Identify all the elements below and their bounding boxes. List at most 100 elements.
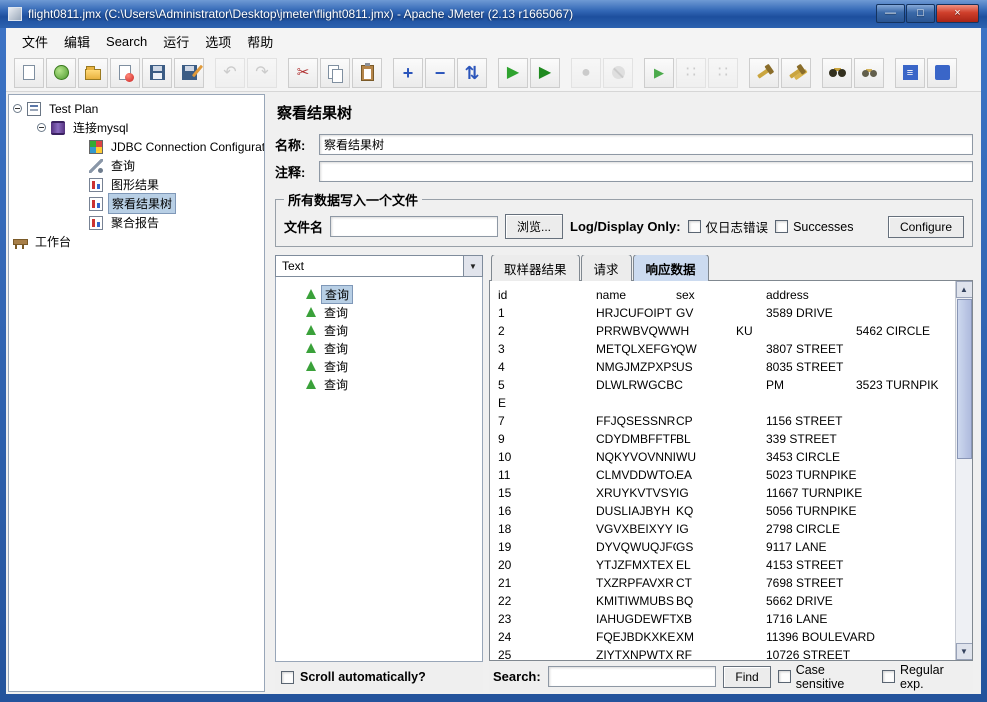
toolbar-expand-all-button[interactable]: +: [393, 57, 423, 88]
jdbc-icon: [89, 139, 103, 154]
scroll-automatically-label: Scroll automatically?: [300, 670, 426, 684]
comments-input[interactable]: [319, 161, 973, 182]
toolbar-redo-button: ↷: [247, 57, 277, 88]
response-row: 22 KMITIWMUBS BQ 5662 DRIVE: [498, 592, 955, 610]
result-item-query[interactable]: 查询: [276, 321, 482, 339]
browse-button[interactable]: 浏览...: [505, 214, 564, 239]
toolbar-remote-start-all-button[interactable]: ▶: [644, 57, 674, 88]
success-triangle-icon: [306, 307, 316, 317]
toolbar-open-button[interactable]: [78, 57, 108, 88]
response-row: 11 CLMVDDWTOJ EA 5023 TURNPIKE: [498, 466, 955, 484]
menu-item-编辑[interactable]: 编辑: [56, 28, 98, 55]
tree-node-graph-results[interactable]: 图形结果: [9, 175, 264, 194]
response-cell: 4: [498, 360, 505, 374]
tree-node-test-plan[interactable]: Test Plan: [9, 99, 264, 118]
result-item-query[interactable]: 查询: [276, 375, 482, 393]
response-text: id name sex address 1 HRJCUFOIPT GV 3589 DRIVE 2…: [490, 281, 955, 660]
toolbar-save-as-button[interactable]: [174, 57, 204, 88]
tab-sampler-result[interactable]: 取样器结果: [491, 255, 580, 281]
menu-item-Search[interactable]: Search: [98, 30, 155, 53]
tab-request[interactable]: 请求: [580, 255, 632, 281]
menu-item-选项[interactable]: 选项: [197, 28, 239, 55]
toolbar-clear-all-button[interactable]: [781, 57, 811, 88]
scroll-down-icon[interactable]: ▼: [955, 643, 972, 660]
view-mode-select[interactable]: Text ▼: [275, 255, 483, 277]
case-sensitive-checkbox[interactable]: [777, 670, 791, 683]
tree-node-workbench[interactable]: 工作台: [9, 232, 264, 251]
name-input[interactable]: [319, 134, 973, 155]
toolbar-start-button[interactable]: ▶: [498, 57, 528, 88]
toolbar-collapse-all-button[interactable]: −: [425, 57, 455, 88]
result-item-query[interactable]: 查询: [276, 339, 482, 357]
chevron-down-icon[interactable]: ▼: [463, 256, 482, 276]
tree-expand-knob-icon[interactable]: [37, 123, 46, 132]
remote-stop-all-icon: ∷: [685, 63, 697, 81]
log-errors-only-checkbox[interactable]: [687, 220, 701, 233]
maximize-button[interactable]: □: [906, 4, 935, 23]
write-results-fieldset: 所有数据写入一个文件 文件名 浏览... Log/Display Only: 仅…: [275, 190, 973, 247]
close-button[interactable]: ×: [936, 4, 979, 23]
tree-expand-knob-icon[interactable]: [13, 104, 22, 113]
response-cell: 339 STREET: [766, 432, 837, 446]
toolbar-copy-button[interactable]: [320, 57, 350, 88]
response-cell: 16: [498, 504, 512, 518]
menu-item-运行[interactable]: 运行: [155, 28, 197, 55]
scroll-up-icon[interactable]: ▲: [955, 281, 972, 298]
response-cell: XB: [676, 612, 693, 626]
search-input[interactable]: [547, 666, 717, 687]
scroll-automatically-checkbox[interactable]: [281, 670, 294, 684]
tree-node-jdbc-request-query[interactable]: 查询: [9, 156, 264, 175]
response-cell: WU: [676, 450, 696, 464]
response-cell: 3: [498, 342, 505, 356]
tab-response-data[interactable]: 响应数据: [632, 255, 709, 281]
find-button[interactable]: Find: [723, 665, 771, 688]
minimize-button[interactable]: —: [876, 4, 905, 23]
menu-item-文件[interactable]: 文件: [14, 28, 56, 55]
toolbar-search-reset-button[interactable]: [854, 57, 884, 88]
response-cell: NMGJMZPXPS: [596, 360, 676, 374]
cut-icon: ✂: [296, 64, 310, 81]
toolbar-cut-button[interactable]: ✂: [288, 57, 318, 88]
regular-exp-checkbox[interactable]: [881, 670, 895, 683]
response-cell: 18: [498, 522, 512, 536]
response-cell: HRJCUFOIPT: [596, 306, 672, 320]
response-cell: 1156 STREET: [766, 414, 843, 428]
toolbar-help-button[interactable]: [927, 57, 957, 88]
toolbar-search-button[interactable]: [822, 57, 852, 88]
thread-icon: [51, 120, 65, 135]
successes-label: Successes: [793, 219, 854, 234]
search-bar: Search: Find Case sensitive Regular exp.: [489, 661, 973, 692]
filename-input[interactable]: [330, 216, 499, 237]
tree-node-label: Test Plan: [49, 101, 99, 116]
toolbar-function-helper-button[interactable]: ≡: [895, 57, 925, 88]
response-cell: EA: [676, 468, 693, 482]
toolbar-new-button[interactable]: [14, 57, 44, 88]
tree-node-thread-group-mysql[interactable]: 连接mysql: [9, 118, 264, 137]
successes-checkbox[interactable]: [775, 220, 789, 233]
tree-node-aggregate-report[interactable]: 聚合报告: [9, 213, 264, 232]
toolbar-start-no-pauses-button[interactable]: ▶: [530, 57, 560, 88]
menu-item-帮助[interactable]: 帮助: [239, 28, 281, 55]
toolbar-clear-button[interactable]: [749, 57, 779, 88]
toolbar-save-button[interactable]: [142, 57, 172, 88]
response-cell: 3807 STREET: [766, 342, 844, 356]
title-bar[interactable]: flight0811.jmx (C:\Users\Administrator\D…: [0, 0, 987, 28]
tree-node-view-results-tree[interactable]: 察看结果树: [9, 193, 264, 214]
toolbar-paste-button[interactable]: [352, 57, 382, 88]
workbench-icon: [13, 235, 28, 249]
toolbar-close-file-button[interactable]: [110, 57, 140, 88]
toolbar-templates-button[interactable]: [46, 57, 76, 88]
scrollbar-thumb[interactable]: [956, 299, 972, 459]
result-item-query[interactable]: 查询: [276, 303, 482, 321]
response-cell: KU: [736, 324, 753, 338]
tree-node-jdbc-connection-configuration[interactable]: JDBC Connection Configuration: [9, 137, 264, 156]
configure-button[interactable]: Configure: [887, 215, 964, 238]
collapse-all-icon: −: [434, 62, 446, 83]
success-triangle-icon: [306, 343, 316, 353]
response-cell: RF: [676, 648, 692, 660]
response-cell: CLMVDDWTOJ: [596, 468, 676, 482]
toolbar-toggle-button[interactable]: ⇅: [457, 57, 487, 88]
result-item-query[interactable]: 查询: [276, 357, 482, 375]
result-item-query[interactable]: 查询: [276, 284, 482, 304]
vertical-scrollbar[interactable]: ▲ ▼: [955, 281, 972, 660]
